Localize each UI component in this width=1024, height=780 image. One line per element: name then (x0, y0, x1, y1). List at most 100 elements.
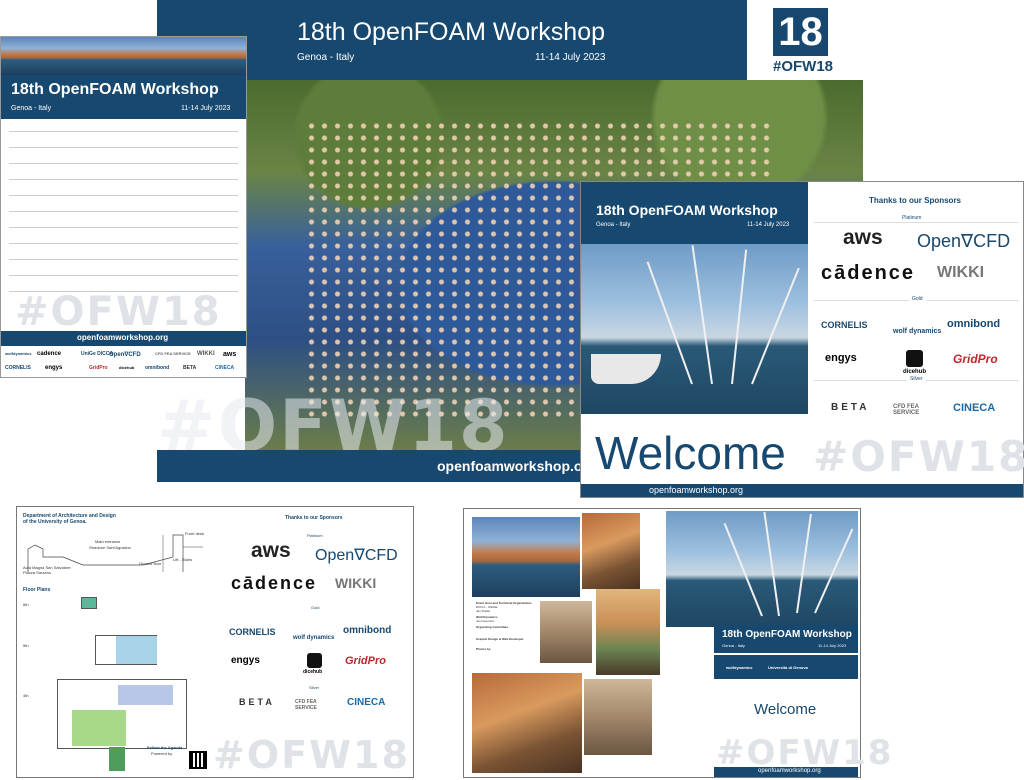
map-follow: Follow the Agenda (147, 745, 183, 750)
plan-lift-box (109, 747, 125, 771)
credit-6: Graphic Design & Web Developer (476, 637, 524, 641)
plan-4 (57, 679, 187, 749)
plan-6 (81, 597, 97, 609)
mast-4 (751, 267, 800, 385)
ofw-logo: 18 #OFW18 (770, 8, 850, 80)
sponsor-beta: BETA (831, 402, 870, 413)
sponsor-wolfdynamics: wolf dynamics (893, 328, 942, 335)
booklet-url[interactable]: openfoamworkshop.org (758, 768, 821, 774)
map-sponsor-cineca: CINECA (347, 697, 386, 708)
map-street: Stradone Sant'Agostino (89, 545, 131, 550)
map-tier-silver: Silver (309, 685, 320, 690)
sponsor-cadence: cadence (37, 351, 62, 357)
sponsor-dicehub: dicehub (903, 369, 927, 375)
sponsor-openvcfd: Open∇CFD (917, 231, 1011, 251)
map-sponsor-wolfdynamics: wolf dynamics (293, 635, 335, 641)
credit-2: Jan Pralits (476, 609, 491, 613)
map-watermark: #OFW18 (213, 733, 410, 777)
b-mast-2 (763, 511, 780, 617)
map-dicehub-icon (307, 653, 322, 668)
tier-silver: Silver (907, 376, 926, 382)
mast-3 (731, 249, 748, 385)
map-floor-plans: Floor Plans (23, 587, 51, 593)
map-floor-4: 4th (23, 693, 29, 698)
ofw-logo-tag: #OFW18 (773, 58, 834, 75)
sailboat (591, 354, 661, 384)
banner-title: 18th OpenFOAM Workshop (297, 18, 606, 46)
sponsor-wikki: WIKKI (937, 264, 985, 281)
map-sponsor-beta: BETA (239, 697, 275, 707)
map-tier-platinum: Platinum (307, 533, 323, 538)
map-sponsor-cadence: cādence (231, 573, 318, 593)
slide-photo (581, 244, 808, 414)
sponsor-wikki: WIKKI (197, 351, 215, 357)
map-lift: Lift - Stairs (173, 557, 193, 562)
sponsor-wolfdynamics: wolfdynamics (5, 351, 32, 356)
plan-5 (95, 635, 157, 665)
map-tier-gold: Gold (311, 605, 320, 610)
credit-7: Photos by (476, 647, 491, 651)
notepad-photo (1, 37, 246, 75)
slide-welcome-text: Welcome (595, 427, 786, 479)
map-sponsor-wikki: WIKKI (335, 575, 377, 591)
map-front-desk: Front desk (185, 531, 204, 536)
sponsor-cfdfea: CFD FEA SERVICE (155, 351, 191, 356)
booklet: Event Host and Technical Organization DI… (463, 508, 891, 778)
notepad-sponsor-row-2: CORNELIS engys GridPro dicehub omnibond … (5, 365, 245, 375)
booklet-dates: 11-14 July 2023 (818, 643, 847, 648)
booklet-photo-cathedral (472, 673, 582, 773)
sponsor-cfdfea: CFD FEA SERVICE (893, 404, 920, 416)
slide-watermark: #OFW18 (813, 432, 1024, 481)
sponsor-omnibond: omnibond (947, 318, 1001, 330)
map-piazza: Piazza Sarzano (23, 570, 52, 575)
slide-sponsors-heading: Thanks to our Sponsors (869, 196, 962, 205)
notepad: 18th OpenFOAM Workshop Genoa - Italy 11-… (0, 36, 247, 378)
booklet-location: Genoa - Italy (722, 643, 745, 648)
sponsor-openvcfd: Open∇CFD (109, 352, 141, 358)
booklet-photo-arch (540, 601, 592, 663)
notepad-location: Genoa - Italy (11, 105, 52, 112)
map-sponsor-gridpro: GridPro (345, 655, 386, 667)
map-sponsor-openvcfd: Open∇CFD (315, 547, 398, 564)
map-powered: Powered by (151, 751, 173, 756)
b-mast-4 (814, 528, 854, 614)
banner-dates: 11-14 July 2023 (535, 52, 606, 63)
sponsor-cineca: CINECA (215, 365, 235, 371)
tier-platinum: Platinum (899, 215, 925, 221)
sponsor-omnibond: omnibond (145, 365, 170, 371)
map-sheet: Department of Architecture and Design of… (16, 506, 414, 778)
booklet-credits: Event Host and Technical Organization DI… (476, 601, 536, 651)
notepad-title: 18th OpenFOAM Workshop (11, 81, 219, 98)
welcome-slide: 18th OpenFOAM Workshop Genoa - Italy 11-… (580, 181, 1024, 498)
banner-url[interactable]: openfoamworkshop.org (437, 458, 596, 474)
map-sponsor-engys: engys (231, 655, 260, 666)
map-sponsor-cfdfea: CFD FEA SERVICE (295, 699, 317, 711)
sponsor-cineca: CINECA (953, 402, 996, 414)
map-floor-5: 5th (23, 643, 29, 648)
booklet-photo-courtyard (584, 679, 652, 755)
sponsor-beta: BETA (183, 365, 197, 371)
ofw-logo-number: 18 (773, 8, 828, 56)
booklet-photo-harbor (472, 517, 580, 597)
notepad-watermark: #OFW18 (15, 289, 222, 335)
slide-title: 18th OpenFOAM Workshop (596, 202, 778, 218)
map-sponsor-dicehub: dicehub (303, 669, 323, 675)
slide-url[interactable]: openfoamworkshop.org (649, 485, 743, 495)
booklet-photo-tower (582, 513, 640, 589)
sponsor-gridpro: GridPro (953, 352, 998, 366)
sponsor-dicehub: dicehub (119, 365, 135, 370)
credit-4: Joel Guerrero (476, 619, 495, 623)
sponsor-cornelis: CORNELIS (5, 365, 31, 371)
qr-code[interactable] (189, 751, 207, 769)
booklet-welcome: Welcome (754, 701, 817, 718)
mast-2 (691, 245, 713, 385)
slide-footer (581, 484, 1023, 497)
map-main-entrance: Main entrance (95, 539, 121, 544)
map-sponsor-cornelis: CORNELIS (229, 627, 276, 637)
notepad-url[interactable]: openfoamworkshop.org (77, 333, 168, 342)
map-ground-floor: Ground floor (139, 561, 162, 566)
tier-gold: Gold (909, 296, 926, 302)
map-sponsor-aws: aws (251, 539, 291, 562)
sponsor-engys: engys (45, 365, 63, 371)
map-sponsor-omnibond: omnibond (343, 625, 392, 636)
